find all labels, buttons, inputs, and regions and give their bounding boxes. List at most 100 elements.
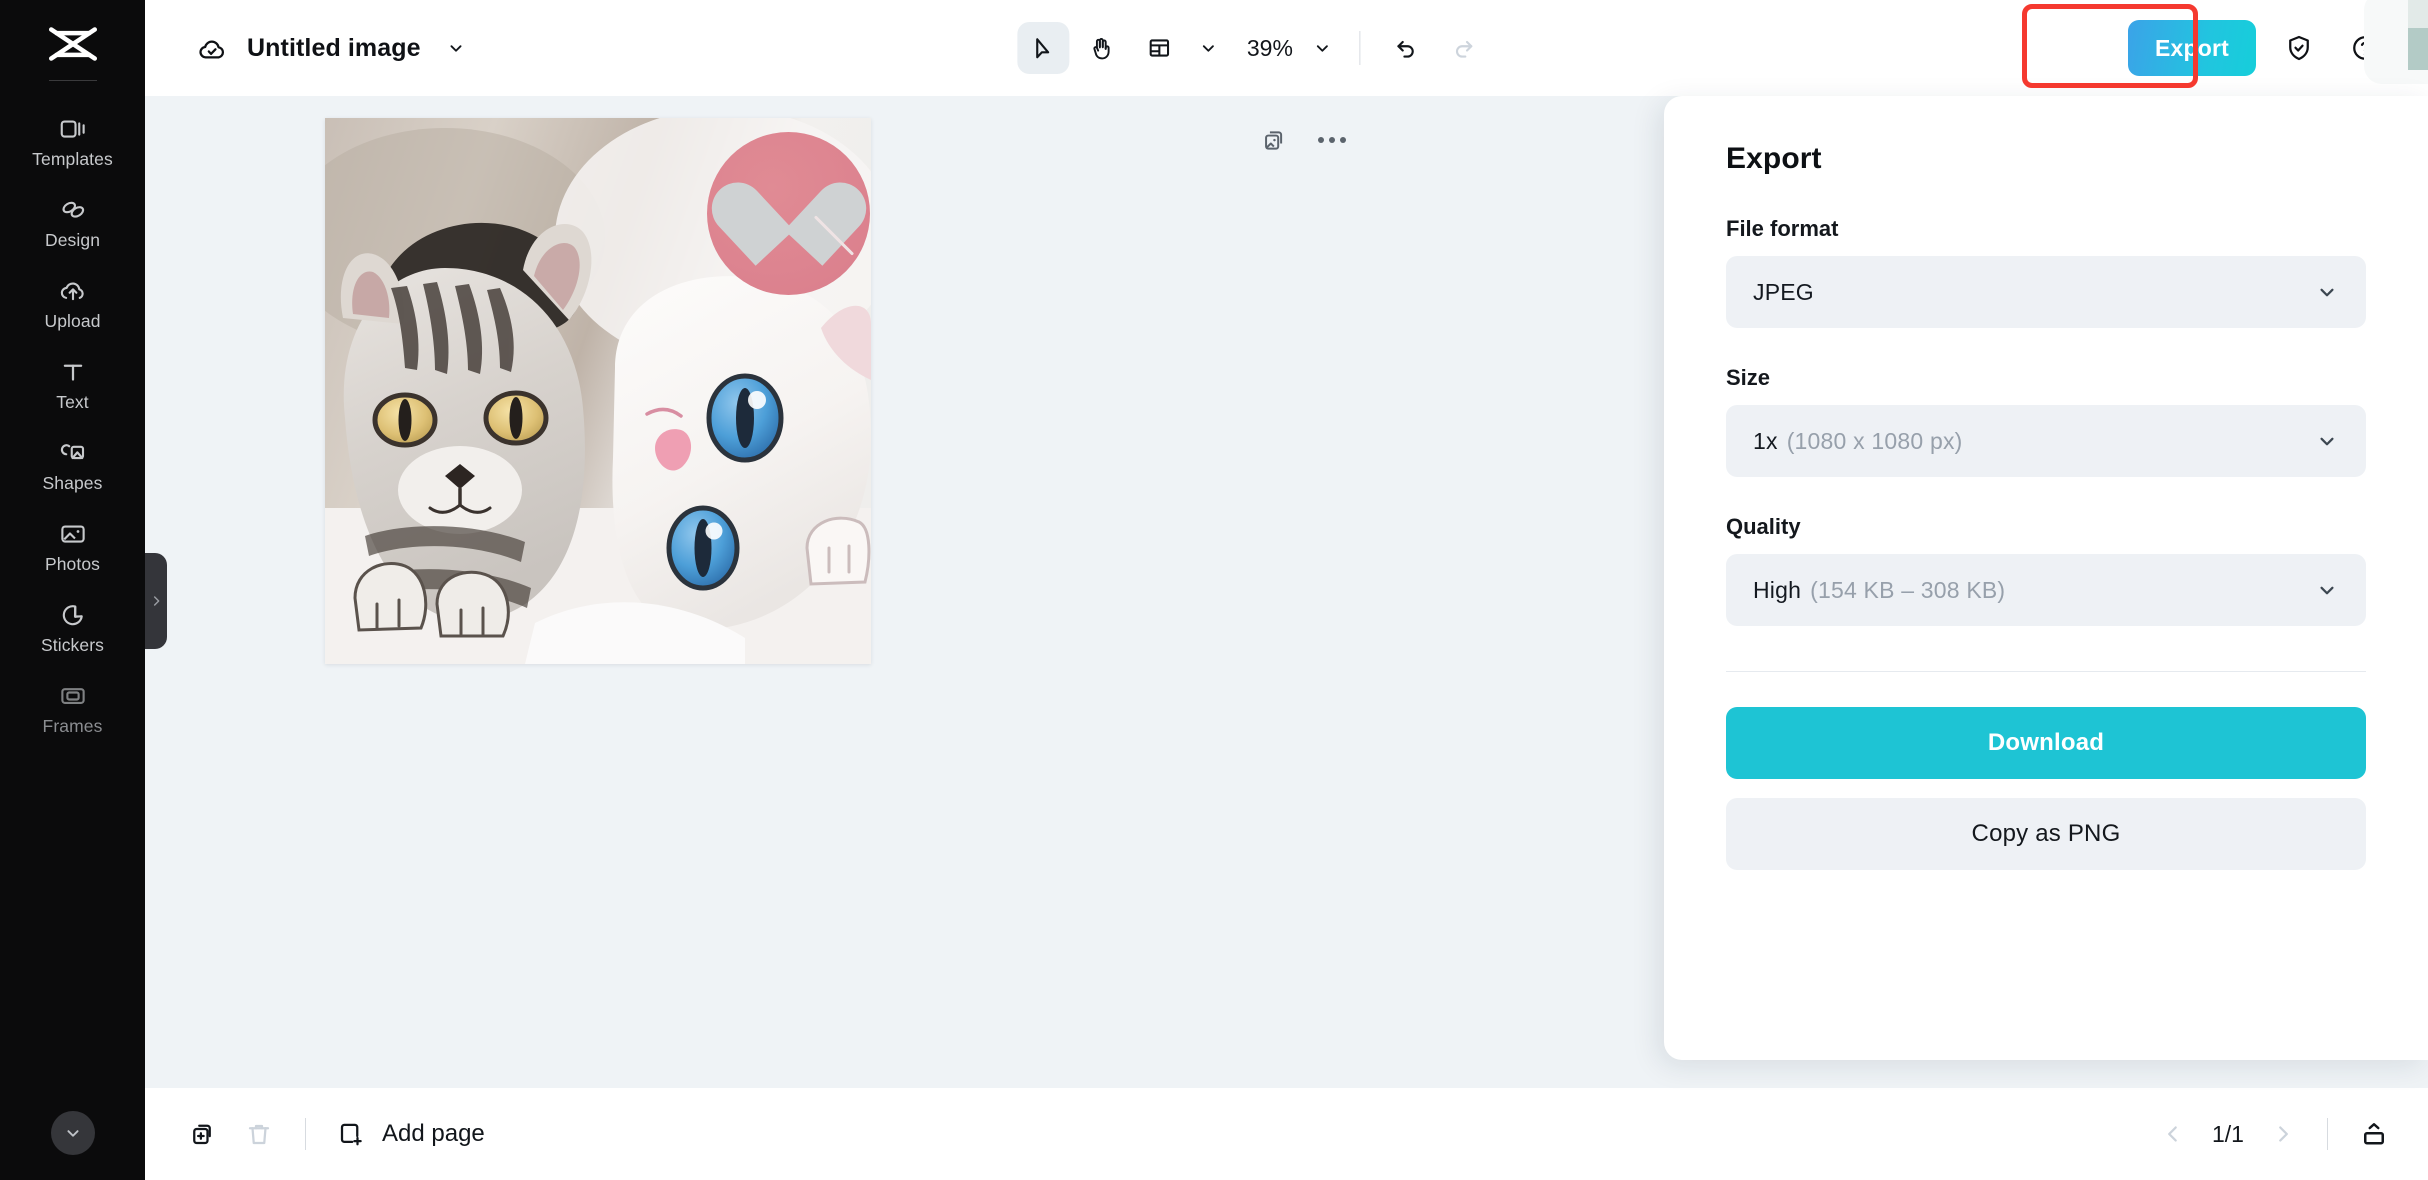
size-select[interactable]: 1x (1080 x 1080 px): [1726, 405, 2366, 477]
file-format-field: File format JPEG: [1726, 216, 2366, 328]
add-page-icon: [336, 1119, 366, 1149]
zoom-chevron-down-icon[interactable]: [1305, 28, 1339, 68]
zoom-level-value[interactable]: 39%: [1231, 35, 1299, 62]
sidebar-item-photos[interactable]: Photos: [0, 506, 145, 587]
expand-panel-button[interactable]: [2346, 1106, 2402, 1162]
undo-button[interactable]: [1380, 22, 1432, 74]
sidebar-item-label: Templates: [32, 151, 113, 169]
bottom-left-group: Add page: [145, 1106, 497, 1162]
bottom-divider: [305, 1118, 306, 1150]
sidebar-item-label: Frames: [43, 718, 103, 736]
shield-check-icon[interactable]: [2276, 25, 2322, 71]
sidebar-scroll-down-button[interactable]: [51, 1111, 95, 1155]
sidebar-item-label: Design: [45, 232, 100, 250]
layout-tool-button[interactable]: [1133, 22, 1185, 74]
more-horizontal-icon[interactable]: [1316, 131, 1348, 149]
toolbar-left-group: Untitled image: [145, 31, 467, 65]
export-button[interactable]: Export: [2128, 20, 2256, 76]
app-root: Templates Design Uploa: [0, 0, 2428, 1180]
sidebar-item-frames[interactable]: Frames: [0, 668, 145, 749]
previous-page-button[interactable]: [2147, 1108, 2199, 1160]
page-counter: 1/1: [2199, 1121, 2257, 1148]
sidebar-item-label: Shapes: [43, 475, 103, 493]
document-title-chevron-down-icon[interactable]: [445, 37, 467, 59]
copy-as-png-button[interactable]: Copy as PNG: [1726, 798, 2366, 870]
add-page-button[interactable]: Add page: [324, 1111, 497, 1157]
toolbar-right-group: Export: [2128, 0, 2428, 96]
layout-grid-icon: [1146, 35, 1172, 61]
bottom-right-group: 1/1: [2147, 1106, 2428, 1162]
shapes-icon: [58, 438, 88, 468]
chevron-down-icon: [2314, 577, 2340, 603]
file-format-select[interactable]: JPEG: [1726, 256, 2366, 328]
add-page-label: Add page: [382, 1120, 485, 1148]
templates-icon: [58, 114, 88, 144]
quality-label: Quality: [1726, 514, 2366, 540]
user-avatar[interactable]: [2364, 0, 2428, 84]
toolbar-center-group: 39%: [1017, 22, 1490, 74]
undo-arrow-icon: [1392, 35, 1419, 62]
sidebar-item-stickers[interactable]: Stickers: [0, 587, 145, 668]
page-canvas[interactable]: [325, 118, 871, 664]
sidebar-item-label: Text: [56, 394, 89, 412]
frames-icon: [58, 681, 88, 711]
upload-cloud-icon: [58, 276, 88, 306]
expand-up-icon: [2359, 1119, 2389, 1149]
text-icon: [58, 357, 88, 387]
capcut-logo-icon[interactable]: [44, 22, 102, 66]
toolbar-divider: [1359, 31, 1360, 65]
bottom-toolbar: Add page 1/1: [145, 1088, 2428, 1180]
layout-chevron-down-icon[interactable]: [1191, 28, 1225, 68]
chevron-down-icon: [2314, 279, 2340, 305]
left-sidebar: Templates Design Uploa: [0, 0, 145, 1180]
avatar-shape-top: [2408, 0, 2428, 28]
sidebar-item-label: Upload: [44, 313, 100, 331]
size-value-detail: (1080 x 1080 px): [1787, 428, 1963, 455]
trash-icon[interactable]: [231, 1106, 287, 1162]
sidebar-nav: Templates Design Uploa: [0, 101, 145, 749]
quality-value: High: [1753, 577, 1801, 604]
design-icon: [58, 195, 88, 225]
select-tool-button[interactable]: [1017, 22, 1069, 74]
avatar-shape-bottom: [2408, 28, 2428, 70]
sidebar-item-upload[interactable]: Upload: [0, 263, 145, 344]
file-format-label: File format: [1726, 216, 2366, 242]
duplicate-page-icon[interactable]: [1258, 124, 1290, 156]
heart-sticker[interactable]: [707, 132, 870, 295]
sidebar-item-templates[interactable]: Templates: [0, 101, 145, 182]
hand-tool-button[interactable]: [1075, 22, 1127, 74]
chevron-left-icon: [2160, 1121, 2186, 1147]
quality-select[interactable]: High (154 KB – 308 KB): [1726, 554, 2366, 626]
hand-icon: [1087, 35, 1114, 62]
cloud-check-icon[interactable]: [195, 31, 229, 65]
chevron-right-icon: [2270, 1121, 2296, 1147]
document-title[interactable]: Untitled image: [247, 34, 421, 63]
sidebar-item-text[interactable]: Text: [0, 344, 145, 425]
redo-button[interactable]: [1438, 22, 1490, 74]
sidebar-item-shapes[interactable]: Shapes: [0, 425, 145, 506]
sidebar-item-label: Photos: [45, 556, 100, 574]
photos-icon: [58, 519, 88, 549]
heart-icon: [741, 171, 837, 257]
chevron-right-icon: [148, 593, 164, 609]
size-field: Size 1x (1080 x 1080 px): [1726, 365, 2366, 477]
page-header-actions: [1258, 124, 1348, 156]
export-panel-title: Export: [1726, 142, 2366, 176]
export-panel: Export File format JPEG Size 1x (1080 x …: [1664, 96, 2428, 1060]
sidebar-expand-handle[interactable]: [145, 553, 167, 649]
sidebar-item-label: Stickers: [41, 637, 104, 655]
sidebar-item-design[interactable]: Design: [0, 182, 145, 263]
panel-divider: [1726, 671, 2366, 672]
file-format-value: JPEG: [1753, 279, 1814, 306]
top-toolbar: Untitled image: [145, 0, 2428, 96]
bottom-divider-right: [2327, 1118, 2328, 1150]
stickers-icon: [58, 600, 88, 630]
duplicate-icon[interactable]: [175, 1106, 231, 1162]
redo-arrow-icon: [1450, 35, 1477, 62]
chevron-down-icon: [2314, 428, 2340, 454]
sidebar-divider: [49, 80, 97, 81]
download-button[interactable]: Download: [1726, 707, 2366, 779]
cursor-arrow-icon: [1029, 35, 1056, 62]
next-page-button[interactable]: [2257, 1108, 2309, 1160]
chevron-down-icon: [62, 1122, 84, 1144]
